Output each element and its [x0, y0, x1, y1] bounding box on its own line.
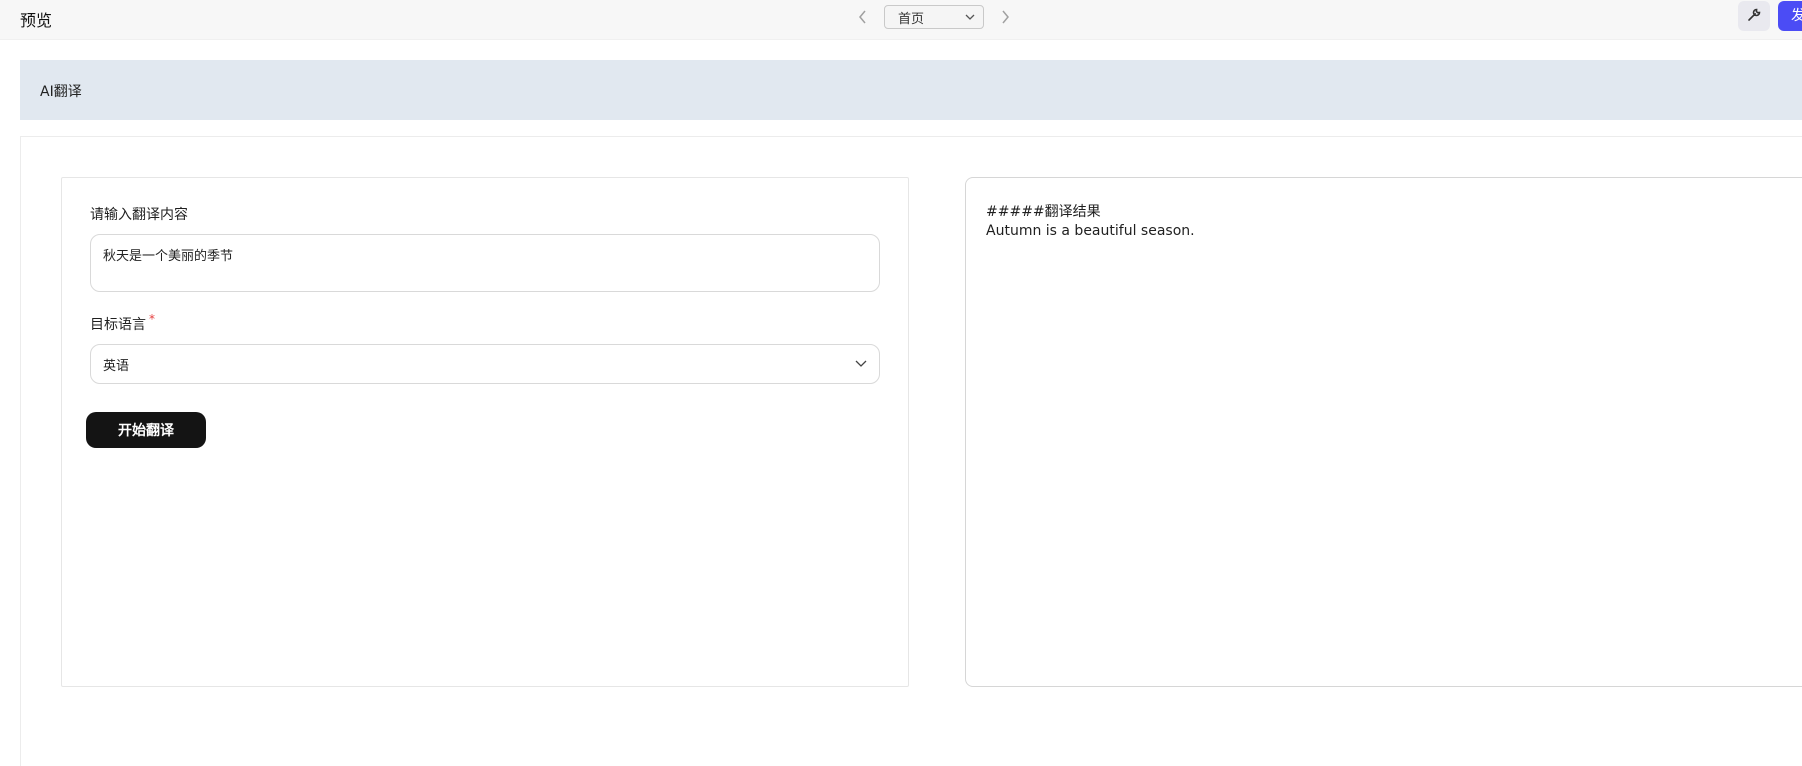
page-navigator: 首页 [852, 4, 1016, 30]
page-select-value: 首页 [898, 11, 925, 27]
chevron-right-icon[interactable] [994, 5, 1016, 29]
result-panel: #####翻译结果 Autumn is a beautiful season. [965, 177, 1802, 687]
wrench-icon [1747, 7, 1761, 26]
section-title: AI翻译 [40, 84, 82, 100]
chevron-down-icon [965, 10, 975, 25]
chevron-down-icon [855, 357, 867, 372]
chevron-left-icon[interactable] [852, 5, 874, 29]
publish-button[interactable]: 发 [1778, 1, 1802, 31]
language-select-value: 英语 [103, 358, 130, 374]
required-mark: * [149, 312, 155, 326]
start-translate-button[interactable]: 开始翻译 [86, 412, 206, 448]
input-label: 请输入翻译内容 [90, 207, 188, 223]
result-text: Autumn is a beautiful season. [986, 223, 1195, 239]
top-bar: 预览 首页 发 [0, 0, 1802, 40]
language-label: 目标语言 [90, 317, 146, 333]
translation-form: 请输入翻译内容 秋天是一个美丽的季节 目标语言 * 英语 开始翻译 [61, 177, 909, 687]
page-title: 预览 [20, 11, 53, 30]
page-select[interactable]: 首页 [884, 5, 984, 29]
translation-input[interactable]: 秋天是一个美丽的季节 [90, 234, 880, 292]
language-select[interactable]: 英语 [90, 344, 880, 384]
result-heading: #####翻译结果 [986, 204, 1101, 220]
tool-button[interactable] [1738, 1, 1770, 31]
language-label-group: 目标语言 * [90, 312, 155, 334]
section-header: AI翻译 [20, 60, 1802, 120]
